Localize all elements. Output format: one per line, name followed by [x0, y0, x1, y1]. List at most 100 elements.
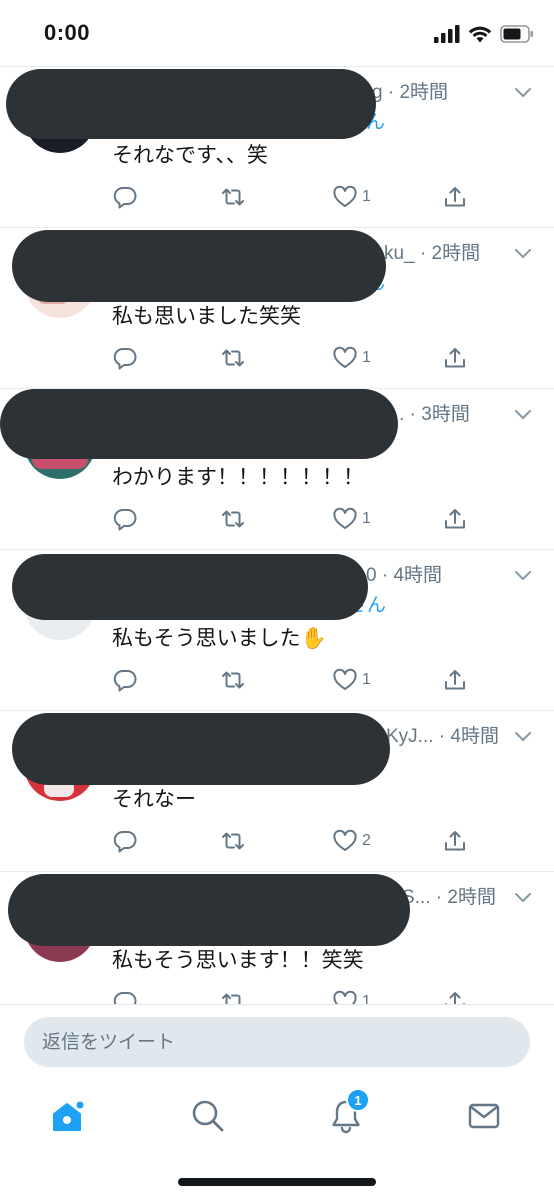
like-count: 1 — [362, 188, 371, 205]
reply-tweet[interactable]: g · 2時間 ん それなです、、笑 1 — [0, 66, 554, 227]
like-button[interactable]: 1 — [332, 181, 371, 213]
share-button[interactable] — [442, 664, 468, 696]
retweet-icon — [222, 188, 244, 206]
reply-tweet[interactable]: KyJ... · 4時間 ん それなー 2 — [0, 710, 554, 871]
like-count: 1 — [362, 510, 371, 527]
tweet-actions: 1 — [112, 986, 492, 1004]
share-button[interactable] — [442, 342, 468, 374]
like-button[interactable]: 1 — [332, 503, 371, 535]
share-button[interactable] — [442, 181, 468, 213]
retweet-icon — [222, 832, 244, 850]
reply-button[interactable] — [112, 181, 142, 213]
mail-icon — [468, 1103, 500, 1129]
reply-button[interactable] — [112, 825, 142, 857]
chevron-down-icon[interactable] — [512, 81, 534, 103]
tweet-text: 私もそう思います！！笑笑 — [112, 948, 364, 972]
share-button[interactable] — [442, 503, 468, 535]
wifi-icon — [468, 26, 492, 43]
share-button[interactable] — [442, 986, 468, 1004]
status-time: 0:00 — [44, 20, 91, 45]
like-count: 1 — [362, 671, 371, 688]
reply-icon — [113, 348, 137, 370]
share-icon — [445, 992, 465, 1004]
like-button[interactable]: 1 — [332, 342, 371, 374]
reply-composer — [0, 1004, 554, 1076]
reply-tweet[interactable]: ku_ · 2時間 ん 私も思いました笑笑 1 — [0, 227, 554, 388]
share-icon — [445, 348, 465, 368]
home-icon — [53, 1099, 86, 1131]
heart-icon — [333, 507, 357, 529]
status-icons — [434, 22, 534, 46]
tab-search[interactable] — [186, 1094, 230, 1138]
chevron-down-icon[interactable] — [512, 242, 534, 264]
tweet-text: 私もそう思いました✋ — [112, 626, 327, 650]
chevron-down-icon[interactable] — [512, 886, 534, 908]
retweet-icon — [222, 993, 241, 1004]
redaction-block — [12, 230, 386, 302]
share-button[interactable] — [442, 825, 468, 857]
tweet-meta: g · 2時間 — [372, 82, 449, 103]
retweet-button[interactable] — [220, 342, 250, 374]
tab-messages[interactable] — [462, 1094, 506, 1138]
redaction-block — [6, 69, 376, 139]
tweet-meta: ku_ · 2時間 — [384, 243, 481, 264]
home-indicator[interactable] — [178, 1178, 376, 1186]
redaction-block — [12, 713, 390, 785]
tab-home[interactable] — [46, 1094, 90, 1138]
tweet-text: わかります！！！！！！！ — [112, 465, 364, 489]
like-count: 1 — [362, 993, 371, 1004]
heart-icon — [333, 668, 357, 690]
heart-icon — [333, 829, 357, 851]
retweet-icon — [222, 510, 244, 528]
chevron-down-icon[interactable] — [512, 403, 534, 425]
like-count: 2 — [362, 832, 371, 849]
redaction-block — [0, 389, 398, 459]
battery-icon — [500, 25, 533, 43]
tab-bar: 1 — [0, 1076, 554, 1156]
tweet-text: 私も思いました笑笑 — [112, 304, 301, 328]
retweet-button[interactable] — [220, 825, 250, 857]
tweet-actions: 1 — [112, 664, 492, 696]
chevron-down-icon[interactable] — [512, 564, 534, 586]
like-button[interactable]: 2 — [332, 825, 371, 857]
reply-icon — [113, 670, 137, 692]
share-icon — [445, 187, 465, 207]
reply-icon — [113, 831, 137, 853]
reply-tweet[interactable]: 0 · 4時間 さん 私もそう思いました✋ 1 — [0, 549, 554, 710]
tweet-actions: 1 — [112, 503, 492, 535]
retweet-button[interactable] — [220, 986, 250, 1004]
tweet-meta: S... · 2時間 — [402, 887, 496, 908]
reply-tweet[interactable]: S... · 2時間 私もそう思います！！笑笑 1 — [0, 871, 554, 1004]
reply-tweet[interactable]: a... · 3時間 わかります！！！！！！！ 1 — [0, 388, 554, 549]
share-icon — [445, 831, 465, 851]
share-icon — [445, 509, 465, 529]
status-bar: 0:00 — [0, 0, 554, 66]
reply-button[interactable] — [112, 664, 142, 696]
reply-button[interactable] — [112, 503, 142, 535]
retweet-icon — [222, 349, 244, 367]
reply-input[interactable] — [24, 1017, 530, 1067]
tweet-actions: 1 — [112, 342, 492, 374]
tweet-actions: 2 — [112, 825, 492, 857]
retweet-button[interactable] — [220, 503, 250, 535]
retweet-button[interactable] — [220, 664, 250, 696]
share-icon — [445, 670, 465, 690]
like-button[interactable]: 1 — [332, 986, 371, 1004]
reply-icon — [113, 992, 137, 1004]
reply-button[interactable] — [112, 342, 142, 374]
tweet-actions: 1 — [112, 181, 492, 213]
tweet-meta: KyJ... · 4時間 — [386, 726, 499, 747]
like-button[interactable]: 1 — [332, 664, 371, 696]
chevron-down-icon[interactable] — [512, 725, 534, 747]
reply-feed[interactable]: g · 2時間 ん それなです、、笑 1 ku_ · 2時間 私も思いました笑笑… — [0, 66, 554, 1004]
tweet-text: それなです、、笑 — [112, 143, 268, 167]
retweet-icon — [222, 671, 244, 689]
tab-notifications[interactable]: 1 — [324, 1088, 370, 1138]
heart-icon — [333, 990, 357, 1004]
tweet-meta: 0 · 4時間 — [366, 565, 443, 586]
redaction-block — [12, 554, 368, 620]
reply-icon — [113, 187, 137, 209]
retweet-button[interactable] — [220, 181, 250, 213]
reply-button[interactable] — [112, 986, 142, 1004]
redaction-block — [8, 874, 410, 946]
